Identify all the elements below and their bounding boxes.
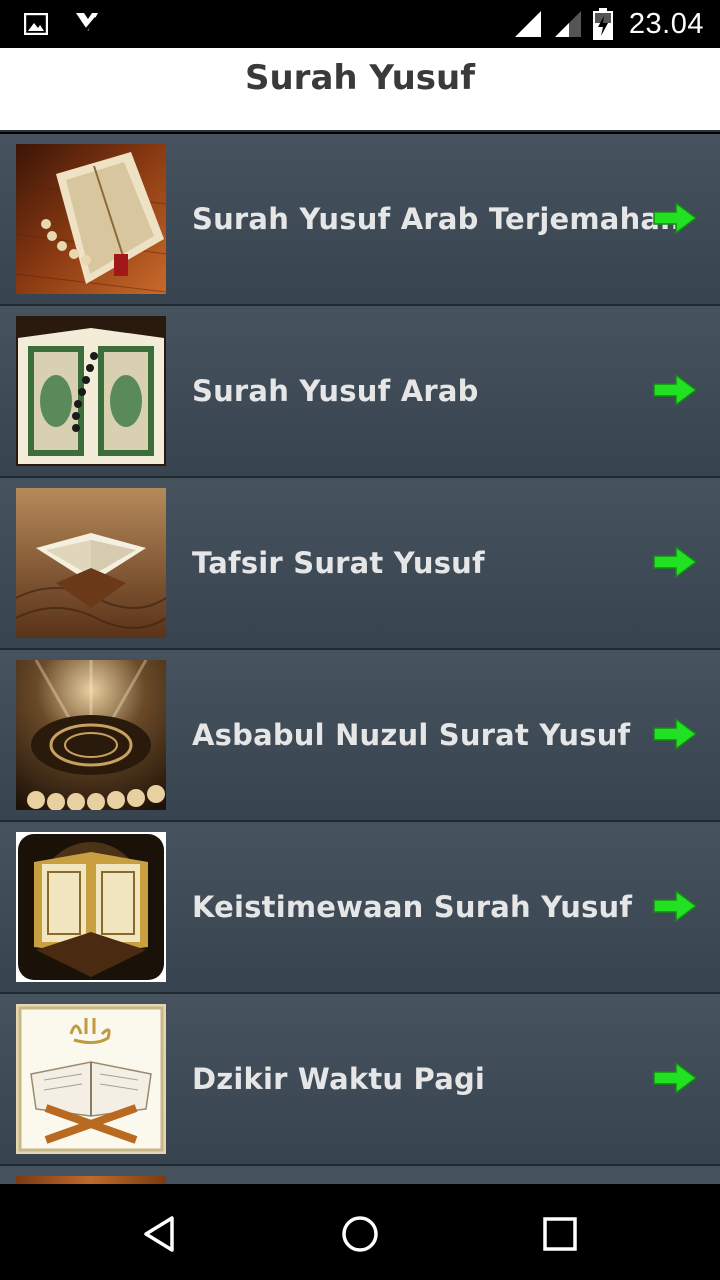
calligraphy-light-image (16, 660, 166, 810)
item-label: Keistimewaan Surah Yusuf (192, 890, 633, 924)
signal-weak-icon (554, 11, 581, 37)
signal-full-icon (514, 11, 541, 37)
arrow-right-icon[interactable] (652, 545, 698, 579)
partial-thumbnail-image (16, 1176, 166, 1184)
golden-quran-image (16, 832, 166, 982)
navigation-bar (0, 1184, 720, 1280)
arrow-right-icon[interactable] (652, 889, 698, 923)
list-item[interactable]: Tafsir Surat Yusuf (0, 478, 720, 650)
allah-quran-image (16, 1004, 166, 1154)
arrow-right-icon[interactable] (652, 201, 698, 235)
status-bar: 23.04 (0, 0, 720, 48)
item-label: Surah Yusuf Arab Terjemahan (192, 202, 682, 236)
app-bar: Surah Yusuf (0, 48, 720, 132)
gallery-icon (24, 13, 48, 35)
list-item[interactable]: Surah Yusuf Arab (0, 306, 720, 478)
list-item[interactable] (0, 1166, 720, 1184)
quran-stand-image (16, 488, 166, 638)
item-label: Dzikir Waktu Pagi (192, 1062, 486, 1096)
back-icon[interactable] (138, 1212, 182, 1256)
arrow-right-icon[interactable] (652, 1061, 698, 1095)
list-item[interactable]: Keistimewaan Surah Yusuf (0, 822, 720, 994)
download-done-icon (76, 13, 98, 33)
page-title: Surah Yusuf (244, 58, 476, 98)
list-item[interactable]: Asbabul Nuzul Surat Yusuf (0, 650, 720, 822)
menu-list: Surah Yusuf Arab Terjemahan Surah Yusuf … (0, 134, 720, 1184)
item-label: Asbabul Nuzul Surat Yusuf (192, 718, 631, 752)
arrow-right-icon[interactable] (652, 717, 698, 751)
list-item[interactable]: Surah Yusuf Arab Terjemahan (0, 134, 720, 306)
quran-open-green-image (16, 316, 166, 466)
recents-icon[interactable] (538, 1212, 582, 1256)
arrow-right-icon[interactable] (652, 373, 698, 407)
list-item[interactable]: Dzikir Waktu Pagi (0, 994, 720, 1166)
item-label: Tafsir Surat Yusuf (192, 546, 485, 580)
quran-rosary-image (16, 144, 166, 294)
status-time: 23.04 (628, 7, 704, 40)
battery-charging-icon (592, 8, 613, 40)
item-label: Surah Yusuf Arab (192, 374, 479, 408)
home-icon[interactable] (338, 1212, 382, 1256)
